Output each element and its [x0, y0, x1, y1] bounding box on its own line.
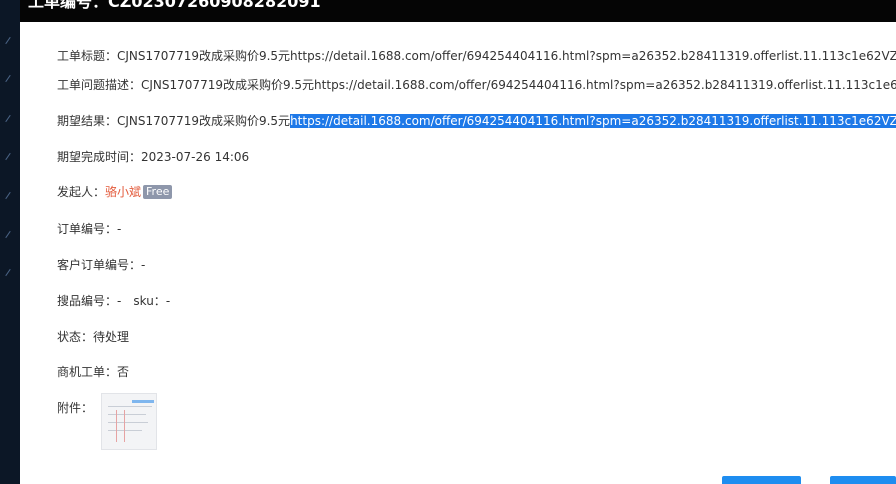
sidebar-arrow-icon[interactable] — [5, 268, 11, 277]
expected-result-row: 期望结果：CJNS1707719改成采购价9.5元https://detail.… — [57, 113, 896, 129]
order-number-value: - — [117, 222, 122, 236]
ticket-detail-modal: 工单编号：CZ02307260908282091 工单标题：CJNS170771… — [20, 0, 896, 484]
modal-title: 工单编号：CZ02307260908282091 — [28, 0, 321, 11]
order-number-label: 订单编号： — [57, 222, 118, 236]
sidebar-arrow-icon[interactable] — [5, 36, 11, 45]
sku-label: sku： — [133, 294, 166, 308]
sidebar — [0, 0, 20, 484]
sourcing-value: - — [117, 294, 122, 308]
footer-action-button[interactable] — [722, 476, 801, 484]
ticket-title-label: 工单标题： — [57, 49, 118, 63]
deadline-label: 期望完成时间： — [57, 150, 142, 164]
status-row: 状态：待处理 — [57, 329, 129, 345]
order-number-row: 订单编号：- — [57, 221, 121, 237]
attachment-row: 附件： — [57, 400, 93, 416]
modal-header: 工单编号：CZ02307260908282091 — [20, 0, 896, 22]
expected-result-label: 期望结果： — [57, 114, 118, 128]
status-label: 状态： — [57, 330, 94, 344]
initiator-label: 发起人： — [57, 185, 106, 199]
attachment-label: 附件： — [57, 401, 94, 415]
business-ticket-row: 商机工单：否 — [57, 364, 129, 380]
sidebar-arrow-icon[interactable] — [5, 74, 11, 83]
customer-order-row: 客户订单编号：- — [57, 257, 145, 273]
footer-action-button[interactable] — [830, 476, 896, 484]
deadline-row: 期望完成时间：2023-07-26 14:06 — [57, 149, 249, 165]
sku-value: - — [165, 294, 171, 308]
initiator-row: 发起人：骆小斌 Free — [57, 184, 173, 200]
attachment-thumbnail[interactable] — [101, 393, 157, 450]
sidebar-arrow-icon[interactable] — [5, 152, 11, 161]
business-ticket-label: 商机工单： — [57, 365, 118, 379]
sourcing-row: 搜品编号：- sku：- — [57, 293, 170, 309]
sidebar-arrow-icon[interactable] — [5, 230, 11, 239]
customer-order-value: - — [141, 258, 146, 272]
problem-description-label: 工单问题描述： — [57, 78, 142, 92]
expected-result-prefix: CJNS1707719改成采购价9.5元 — [117, 114, 291, 128]
ticket-title-row: 工单标题：CJNS1707719改成采购价9.5元https://detail.… — [57, 48, 896, 64]
customer-order-label: 客户订单编号： — [57, 258, 142, 272]
initiator-name[interactable]: 骆小斌 — [105, 185, 141, 199]
problem-description-value: CJNS1707719改成采购价9.5元https://detail.1688.… — [141, 78, 896, 92]
sidebar-arrow-icon[interactable] — [5, 191, 11, 200]
problem-description-row: 工单问题描述：CJNS1707719改成采购价9.5元https://detai… — [57, 77, 896, 93]
sidebar-arrow-icon[interactable] — [5, 114, 11, 123]
business-ticket-value: 否 — [117, 365, 130, 379]
status-value: 待处理 — [93, 330, 130, 344]
sourcing-label: 搜品编号： — [57, 294, 118, 308]
deadline-value: 2023-07-26 14:06 — [141, 150, 250, 164]
initiator-badge: Free — [143, 185, 173, 199]
ticket-title-value: CJNS1707719改成采购价9.5元https://detail.1688.… — [117, 49, 896, 63]
expected-result-selected-text[interactable]: https://detail.1688.com/offer/6942544041… — [290, 114, 896, 128]
